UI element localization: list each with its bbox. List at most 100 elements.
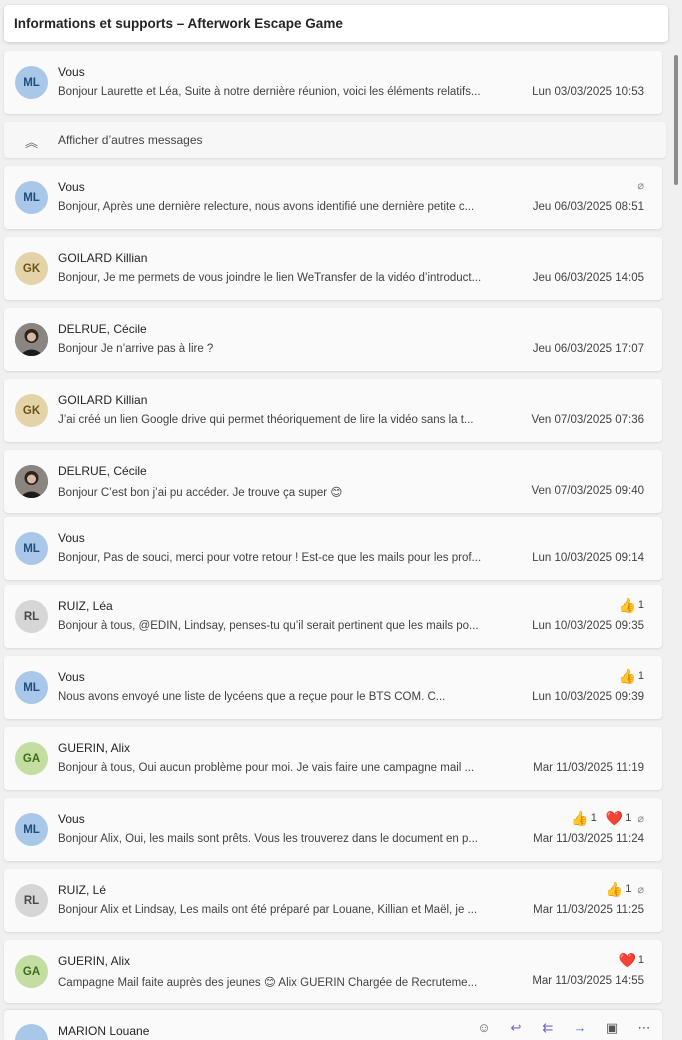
reactions: 👍 1	[618, 598, 644, 612]
message-date: Ven 07/03/2025 09:40	[531, 485, 644, 497]
message-toolbar: ☺ ↩ ⇇ → ▣ ⋯	[474, 1020, 654, 1036]
avatar	[15, 323, 48, 356]
forward-icon[interactable]: →	[570, 1020, 590, 1036]
thumbs-up-icon[interactable]: 👍	[618, 598, 635, 612]
reactions: ❤️ 1	[618, 953, 644, 967]
reaction-count: 1	[637, 954, 644, 966]
message-item[interactable]: GK GOILARD Killian J’ai créé un lien Googl…	[4, 379, 662, 442]
message-item[interactable]: ML Vous Bonjour, Pas de souci, merci pour …	[4, 517, 662, 580]
message-date: Lun 10/03/2025 09:35	[532, 620, 644, 632]
avatar: GA	[15, 742, 48, 775]
avatar	[15, 1024, 48, 1040]
smiley-icon[interactable]: ☺	[474, 1020, 494, 1036]
message-preview: Bonjour à tous, Oui aucun problème pour …	[58, 762, 475, 774]
paperclip-icon: ⌀	[637, 883, 644, 896]
sender-name: GUERIN, Alix	[58, 741, 131, 755]
message-preview: Bonjour Je n’arrive pas à lire ?	[58, 343, 214, 355]
message-date: Lun 03/03/2025 10:53	[532, 86, 644, 98]
avatar: ML	[15, 813, 48, 846]
sender-name: RUIZ, Lé	[58, 883, 107, 897]
message-item[interactable]: ML Vous Bonjour Laurette et Léa, Suite à n…	[4, 51, 662, 114]
message-date: Mar 11/03/2025 11:25	[533, 904, 644, 916]
sender-name: Vous	[58, 65, 85, 79]
message-item[interactable]: GA GUERIN, Alix Bonjour à tous, Oui aucun …	[4, 727, 662, 790]
message-item[interactable]: GA GUERIN, Alix Campagne Mail faite auprès…	[4, 940, 662, 1003]
message-item[interactable]: RL RUIZ, Lé Bonjour Alix et Lindsay, Les m…	[4, 869, 662, 932]
sender-name: GUERIN, Alix	[58, 954, 131, 968]
avatar: ML	[15, 532, 48, 565]
message-preview: Bonjour, Pas de souci, merci pour votre …	[58, 552, 482, 564]
message-item[interactable]: DELRUE, Cécile Bonjour Je n’arrive pas à …	[4, 308, 662, 371]
reaction-count: 1	[637, 599, 644, 611]
heart-icon[interactable]: ❤️	[606, 811, 623, 825]
sender-name: DELRUE, Cécile	[58, 322, 147, 336]
sender-name: DELRUE, Cécile	[58, 464, 147, 478]
message-date: Mar 11/03/2025 11:24	[533, 833, 644, 845]
message-preview: Campagne Mail faite auprès des jeunes 😊 …	[58, 977, 478, 989]
message-item[interactable]: RL RUIZ, Léa Bonjour à tous, @EDIN, Lindsa…	[4, 585, 662, 648]
thumbs-up-icon[interactable]: 👍	[618, 669, 635, 683]
message-preview: Bonjour Laurette et Léa, Suite à notre d…	[58, 86, 481, 98]
avatar: RL	[15, 600, 48, 633]
sender-name: RUIZ, Léa	[58, 599, 113, 613]
message-item[interactable]: ML Vous Bonjour, Après une dernière relect…	[4, 166, 662, 229]
scrollbar-thumb[interactable]	[674, 55, 678, 185]
reaction-count: 1	[625, 812, 632, 824]
message-date: Ven 07/03/2025 07:36	[531, 414, 644, 426]
message-date: Jeu 06/03/2025 08:51	[532, 201, 644, 213]
message-preview: Bonjour Alix, Oui, les mails sont prêts.…	[58, 833, 478, 845]
avatar: GK	[15, 252, 48, 285]
avatar: GK	[15, 394, 48, 427]
reactions: ⌀	[633, 179, 644, 192]
message-date: Lun 10/03/2025 09:39	[532, 691, 644, 703]
sender-name: Vous	[58, 670, 85, 684]
double-chevron-up-icon: ︽	[25, 135, 39, 150]
message-date: Lun 10/03/2025 09:14	[532, 552, 644, 564]
teams-icon[interactable]: ▣	[602, 1020, 622, 1036]
reaction-count: 1	[625, 883, 632, 895]
sender-name: Vous	[58, 531, 85, 545]
more-icon[interactable]: ⋯	[634, 1020, 654, 1036]
message-date: Jeu 06/03/2025 17:07	[532, 343, 644, 355]
sender-name: Vous	[58, 180, 85, 194]
message-item[interactable]: ML Vous Nous avons envoyé une liste de lyc…	[4, 656, 662, 719]
show-more-messages-button[interactable]: ︽ Afficher d’autres messages	[4, 122, 666, 158]
paperclip-icon: ⌀	[637, 180, 644, 192]
scrollbar-track[interactable]	[672, 52, 680, 1037]
message-item[interactable]: GK GOILARD Killian Bonjour, Je me permets …	[4, 237, 662, 300]
avatar: RL	[15, 884, 48, 917]
message-date: Mar 11/03/2025 14:55	[532, 975, 644, 987]
message-preview: Nous avons envoyé une liste de lycéens q…	[58, 691, 446, 703]
avatar: ML	[15, 671, 48, 704]
paperclip-icon: ⌀	[637, 812, 644, 825]
message-partial[interactable]: MARION Louane ☺ ↩ ⇇ → ▣ ⋯	[4, 1010, 662, 1040]
avatar: ML	[15, 181, 48, 214]
reactions: 👍 1 ⌀	[606, 882, 644, 896]
thread-title: Informations et supports – Afterwork Esc…	[4, 5, 668, 42]
message-preview: Bonjour, Après une dernière relecture, n…	[58, 201, 475, 213]
thumbs-up-icon[interactable]: 👍	[606, 882, 623, 896]
message-preview: Bonjour C’est bon j’ai pu accéder. Je tr…	[58, 487, 343, 499]
message-date: Mar 11/03/2025 11:19	[533, 762, 644, 774]
reaction-count: 1	[637, 670, 644, 682]
message-item[interactable]: DELRUE, Cécile Bonjour C’est bon j’ai pu …	[4, 450, 662, 513]
message-preview: Bonjour à tous, @EDIN, Lindsay, penses-t…	[58, 620, 479, 632]
heart-icon[interactable]: ❤️	[618, 953, 635, 967]
message-preview: Bonjour, Je me permets de vous joindre l…	[58, 272, 482, 284]
avatar	[15, 465, 48, 498]
thumbs-up-icon[interactable]: 👍	[571, 811, 588, 825]
sender-name: MARION Louane	[58, 1024, 150, 1038]
message-preview: J’ai créé un lien Google drive qui perme…	[58, 414, 474, 426]
sender-name: Vous	[58, 812, 85, 826]
sender-name: GOILARD Killian	[58, 251, 148, 265]
avatar: GA	[15, 955, 48, 988]
message-date: Jeu 06/03/2025 14:05	[532, 272, 644, 284]
reply-all-icon[interactable]: ⇇	[538, 1020, 558, 1036]
reactions: 👍 1 ❤️ 1 ⌀	[571, 811, 644, 825]
message-preview: Bonjour Alix et Lindsay, Les mails ont é…	[58, 904, 478, 916]
show-more-label: Afficher d’autres messages	[58, 133, 203, 147]
reactions: 👍 1	[618, 669, 644, 683]
reply-icon[interactable]: ↩	[506, 1020, 526, 1036]
sender-name: GOILARD Killian	[58, 393, 148, 407]
message-item[interactable]: ML Vous Bonjour Alix, Oui, les mails sont …	[4, 798, 662, 861]
